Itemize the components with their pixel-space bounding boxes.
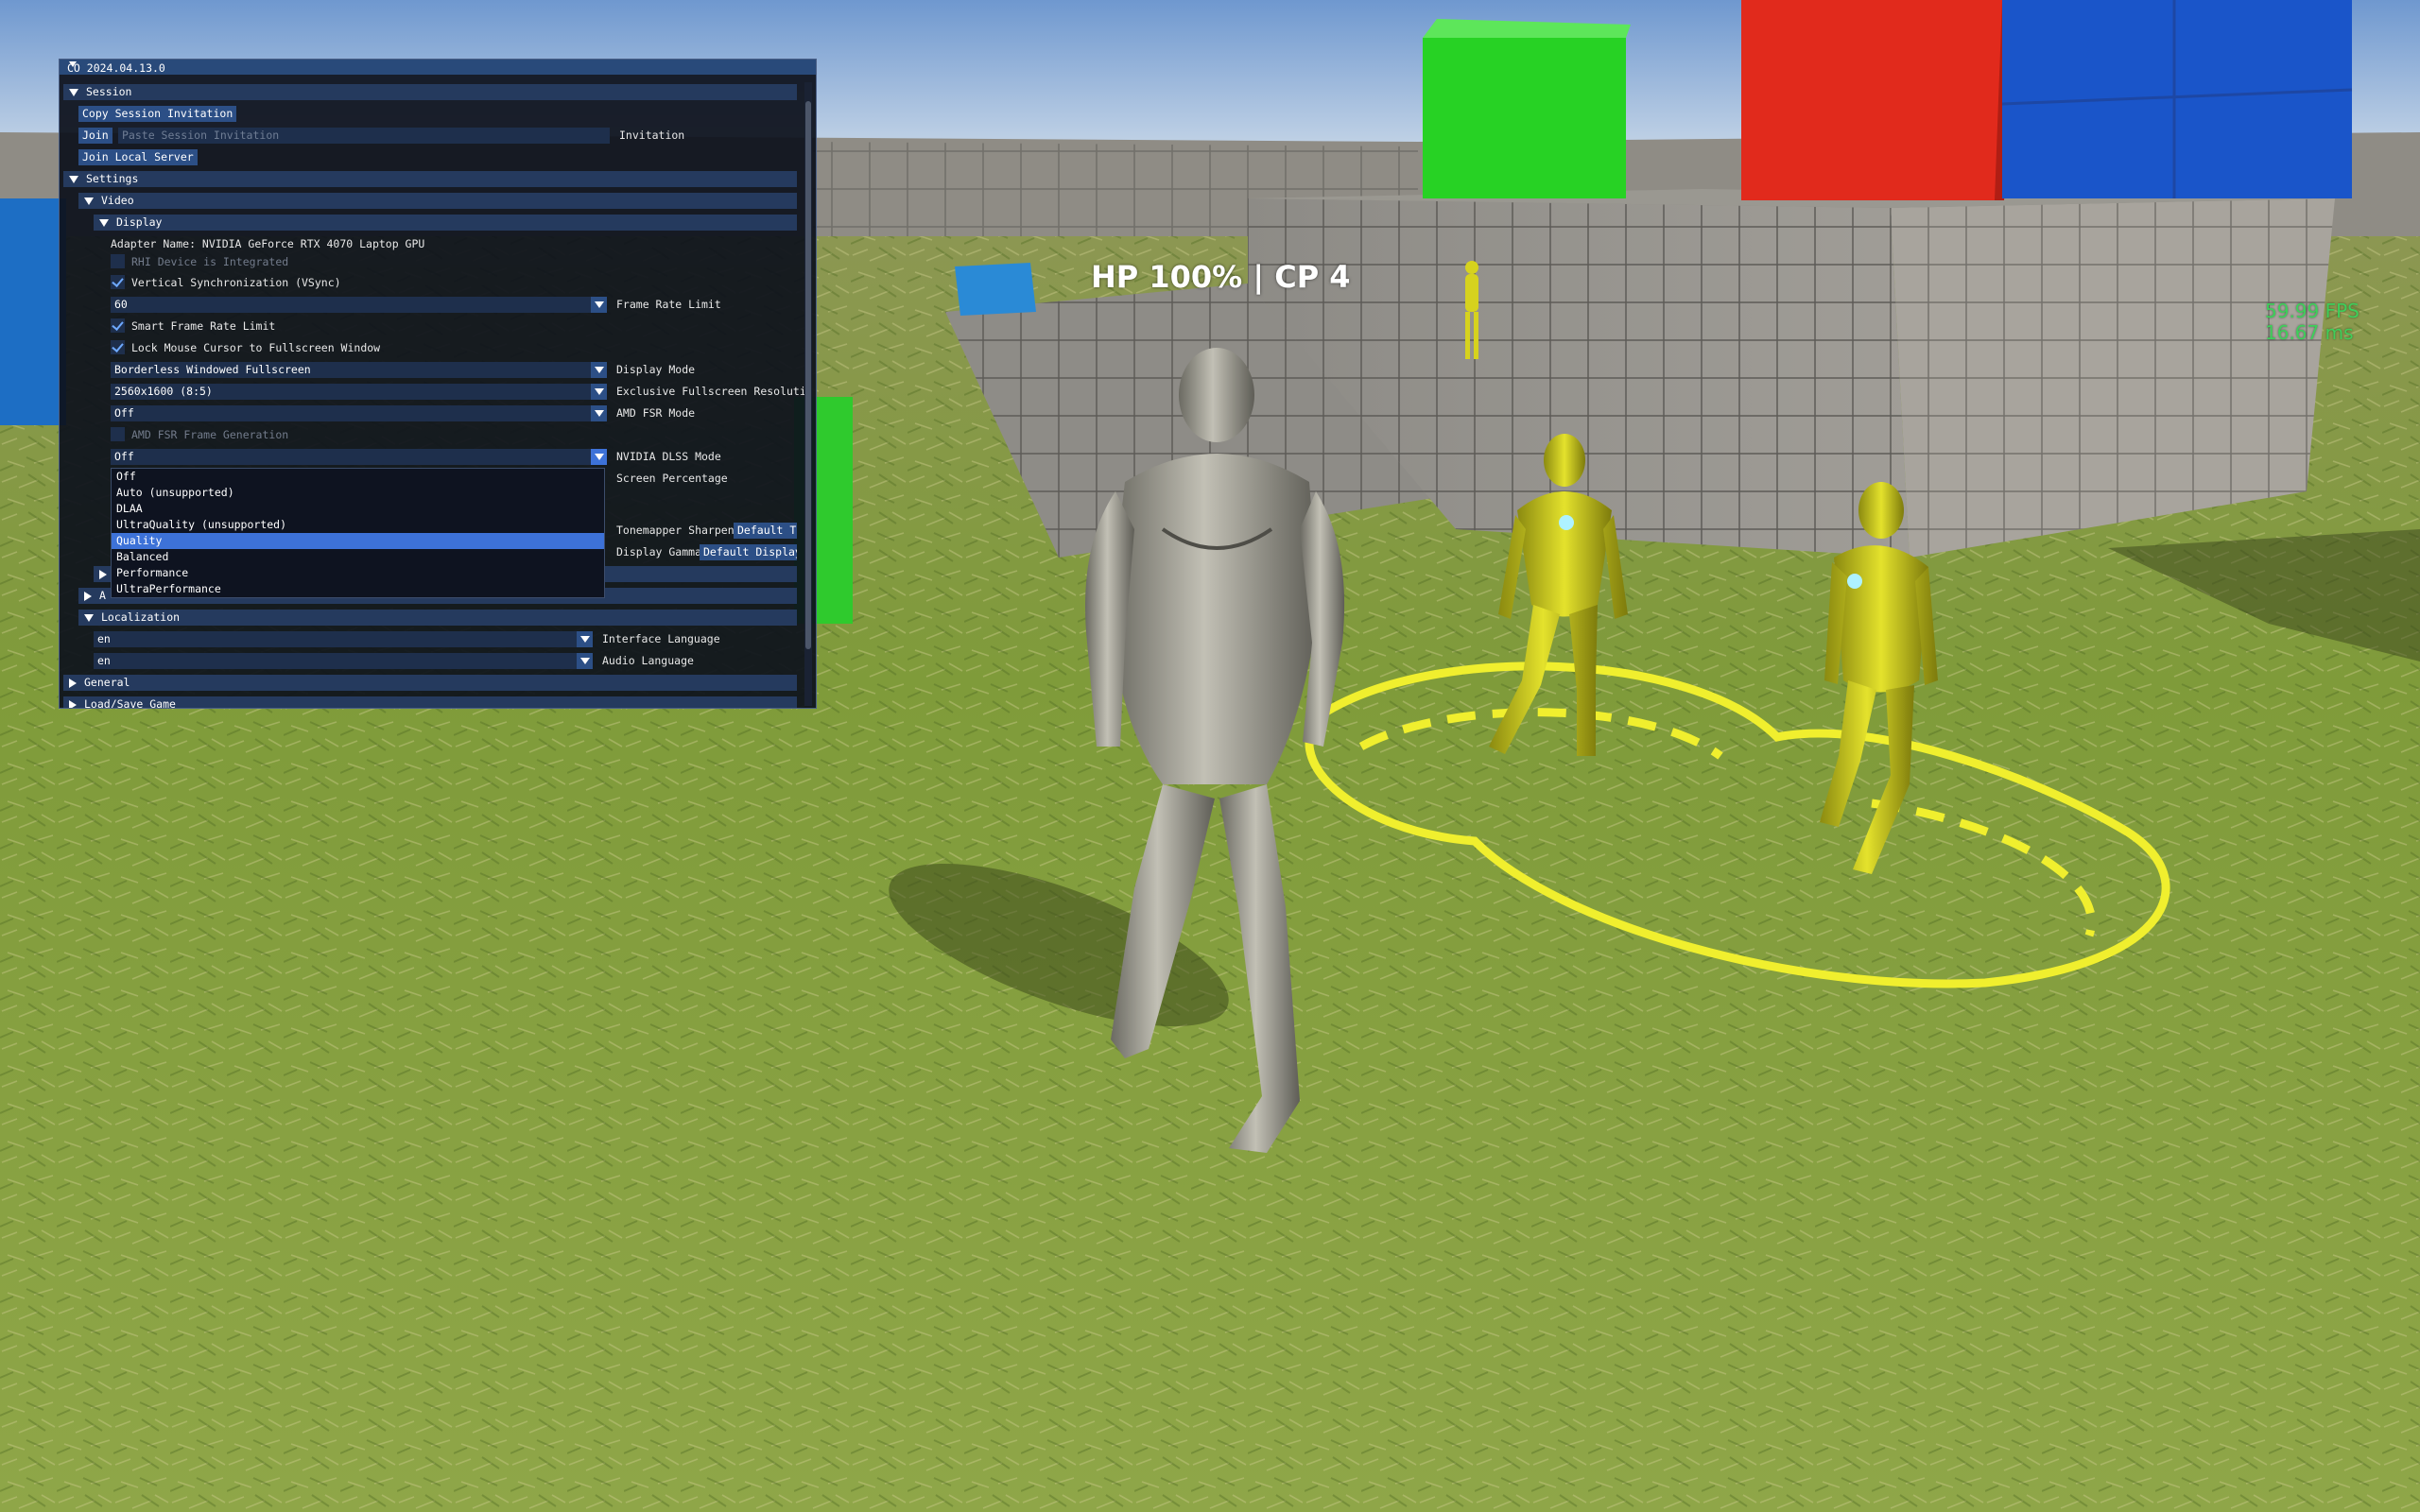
chevron-right-icon [99, 569, 107, 579]
resolution-label: Exclusive Fullscreen Resoluti [616, 385, 806, 398]
smart-frame-rate-checkbox[interactable] [111, 318, 125, 333]
blue-block-left [0, 198, 66, 425]
blue-cube [2002, 0, 2352, 198]
dropdown-arrow-icon[interactable] [591, 297, 607, 313]
tonemapper-default-button[interactable]: Default To [734, 523, 797, 539]
vsync-label: Vertical Synchronization (VSync) [131, 276, 341, 289]
checkmark-icon [112, 318, 124, 331]
frame-rate-limit-select[interactable]: 60 [111, 297, 607, 313]
localization-header[interactable]: Localization [78, 610, 797, 626]
chevron-right-icon [69, 699, 77, 708]
red-cube [1741, 0, 2002, 200]
rhi-integrated-label: RHI Device is Integrated [131, 255, 289, 268]
chevron-down-icon [69, 88, 78, 96]
join-button[interactable]: Join [78, 128, 112, 144]
session-invitation-input[interactable]: Paste Session Invitation [118, 128, 610, 144]
settings-header-label: Settings [86, 172, 139, 185]
interface-language-value: en [97, 632, 111, 645]
tonemapper-sharpen-label: Tonemapper Sharpen [616, 524, 735, 537]
localization-header-label: Localization [101, 610, 181, 624]
invitation-label: Invitation [619, 129, 685, 142]
display-mode-value: Borderless Windowed Fullscreen [114, 363, 311, 376]
interface-language-select[interactable]: en [94, 631, 593, 647]
dlss-option[interactable]: Auto (unsupported) [112, 485, 604, 501]
interface-language-label: Interface Language [602, 632, 720, 645]
display-header[interactable]: Display [94, 215, 797, 231]
rhi-integrated-checkbox [111, 254, 125, 268]
lock-mouse-checkbox[interactable] [111, 340, 125, 354]
gamma-default-button[interactable]: Default Display [700, 544, 797, 560]
fps-value: 59.99 FPS [2265, 300, 2360, 322]
lock-mouse-label: Lock Mouse Cursor to Fullscreen Window [131, 341, 381, 354]
dlss-option[interactable]: UltraPerformance [112, 581, 604, 597]
audio-header-label: A [99, 589, 106, 602]
dlss-option[interactable]: UltraQuality (unsupported) [112, 517, 604, 533]
fsr-mode-value: Off [114, 406, 134, 420]
video-header[interactable]: Video [78, 193, 797, 209]
display-gamma-label: Display Gamma [616, 545, 702, 558]
small-blue-cube [955, 263, 1036, 316]
general-header[interactable]: General [63, 675, 797, 691]
dlss-option[interactable]: Off [112, 469, 604, 485]
join-local-server-button[interactable]: Join Local Server [78, 149, 198, 165]
frame-time-value: 16.67 ms [2265, 321, 2354, 344]
dlss-option[interactable]: DLAA [112, 501, 604, 517]
dropdown-arrow-icon[interactable] [577, 653, 593, 669]
chevron-right-icon [69, 678, 77, 688]
display-header-label: Display [116, 215, 163, 229]
dlss-option[interactable]: Performance [112, 565, 604, 581]
dropdown-arrow-icon[interactable] [577, 631, 593, 647]
chevron-down-icon [84, 613, 94, 622]
adapter-name: Adapter Name: NVIDIA GeForce RTX 4070 La… [111, 237, 425, 250]
dlss-mode-select[interactable]: Off [111, 449, 607, 465]
session-header-label: Session [86, 85, 132, 98]
resolution-select[interactable]: 2560x1600 (8:5) [111, 384, 607, 400]
dropdown-arrow-icon[interactable] [591, 362, 607, 378]
dropdown-arrow-icon[interactable] [591, 449, 607, 465]
checkmark-icon [112, 275, 124, 287]
checkmark-icon [112, 340, 124, 352]
audio-language-select[interactable]: en [94, 653, 593, 669]
copy-session-invitation-button[interactable]: Copy Session Invitation [78, 106, 237, 122]
dropdown-arrow-icon[interactable] [591, 384, 607, 400]
resolution-value: 2560x1600 (8:5) [114, 385, 213, 398]
frame-rate-limit-label: Frame Rate Limit [616, 298, 721, 311]
frame-rate-value: 60 [114, 298, 128, 311]
smart-frame-rate-label: Smart Frame Rate Limit [131, 319, 276, 333]
scrollbar-thumb[interactable] [805, 101, 811, 649]
audio-language-label: Audio Language [602, 654, 694, 667]
chevron-right-icon [84, 591, 92, 601]
dlss-mode-value: Off [114, 450, 134, 463]
general-header-label: General [84, 676, 130, 689]
dlss-mode-label: NVIDIA DLSS Mode [616, 450, 721, 463]
amd-fsr-mode-label: AMD FSR Mode [616, 406, 696, 420]
green-cube [1423, 38, 1626, 198]
fsr-frame-gen-label: AMD FSR Frame Generation [131, 428, 289, 441]
vsync-checkbox[interactable] [111, 275, 125, 289]
screen-percentage-label: Screen Percentage [616, 472, 728, 485]
video-header-label: Video [101, 194, 134, 207]
dlss-option-selected[interactable]: Quality [112, 533, 604, 549]
display-mode-label: Display Mode [616, 363, 696, 376]
hp-checkpoint-status: HP 100% | CP 4 [1091, 259, 1351, 295]
chevron-down-icon [69, 175, 78, 183]
settings-header[interactable]: Settings [63, 171, 797, 187]
dlss-option[interactable]: Balanced [112, 549, 604, 565]
chevron-down-icon [84, 197, 94, 205]
window-scrollbar[interactable] [804, 82, 812, 706]
display-mode-select[interactable]: Borderless Windowed Fullscreen [111, 362, 607, 378]
window-title: CO 2024.04.13.0 [67, 61, 165, 75]
load-save-header-label: Load/Save Game [84, 697, 176, 709]
load-save-header[interactable]: Load/Save Game [63, 696, 797, 709]
chevron-down-icon [99, 218, 109, 227]
fps-counter: 59.99 FPS 16.67 ms [2265, 301, 2360, 344]
dropdown-arrow-icon[interactable] [591, 405, 607, 421]
audio-language-value: en [97, 654, 111, 667]
window-title-bar[interactable]: CO 2024.04.13.0 [60, 60, 816, 75]
amd-fsr-mode-select[interactable]: Off [111, 405, 607, 421]
dlss-mode-dropdown-list[interactable]: Off Auto (unsupported) DLAA UltraQuality… [111, 468, 605, 598]
debug-settings-window[interactable]: CO 2024.04.13.0 Session Copy Session Inv… [59, 59, 817, 709]
session-header[interactable]: Session [63, 84, 797, 100]
fsr-frame-gen-checkbox [111, 427, 125, 441]
